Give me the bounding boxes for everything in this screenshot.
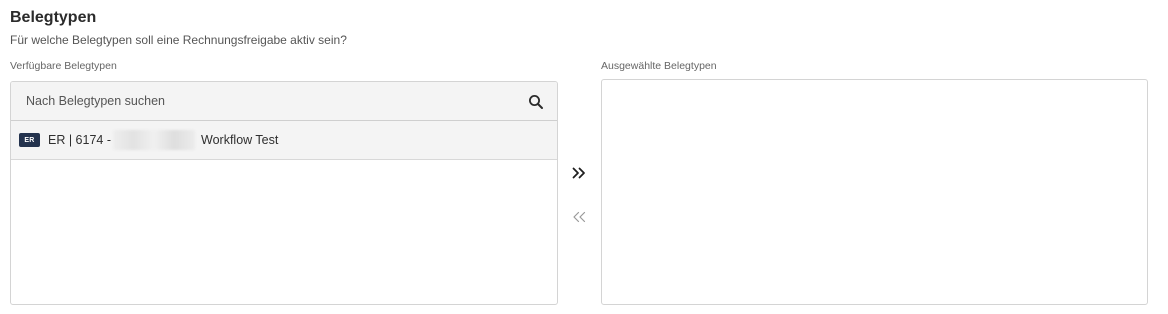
section-description: Für welche Belegtypen soll eine Rechnung… — [10, 33, 347, 47]
search-row — [11, 82, 557, 121]
available-list-label: Verfügbare Belegtypen — [10, 60, 117, 72]
item-label-suffix: Workflow Test — [201, 133, 279, 147]
available-list: ER ER | 6174 - Workflow Test — [10, 81, 558, 305]
search-icon[interactable] — [528, 94, 544, 110]
list-item[interactable]: ER ER | 6174 - Workflow Test — [11, 121, 557, 160]
double-chevron-right-icon — [572, 167, 585, 179]
section-title: Belegtypen — [10, 9, 97, 26]
move-right-button[interactable] — [567, 163, 591, 183]
item-type-badge: ER — [19, 133, 40, 147]
redacted-text — [113, 130, 196, 150]
selected-list — [601, 79, 1148, 305]
search-input[interactable] — [11, 82, 557, 120]
move-left-button[interactable] — [567, 207, 591, 227]
item-label-prefix: ER | 6174 - — [48, 133, 112, 147]
item-label: ER | 6174 - Workflow Test — [48, 130, 278, 150]
belegtypen-page: Belegtypen Für welche Belegtypen soll ei… — [0, 0, 1168, 314]
selected-list-label: Ausgewählte Belegtypen — [601, 60, 717, 72]
double-chevron-left-icon — [573, 211, 586, 223]
